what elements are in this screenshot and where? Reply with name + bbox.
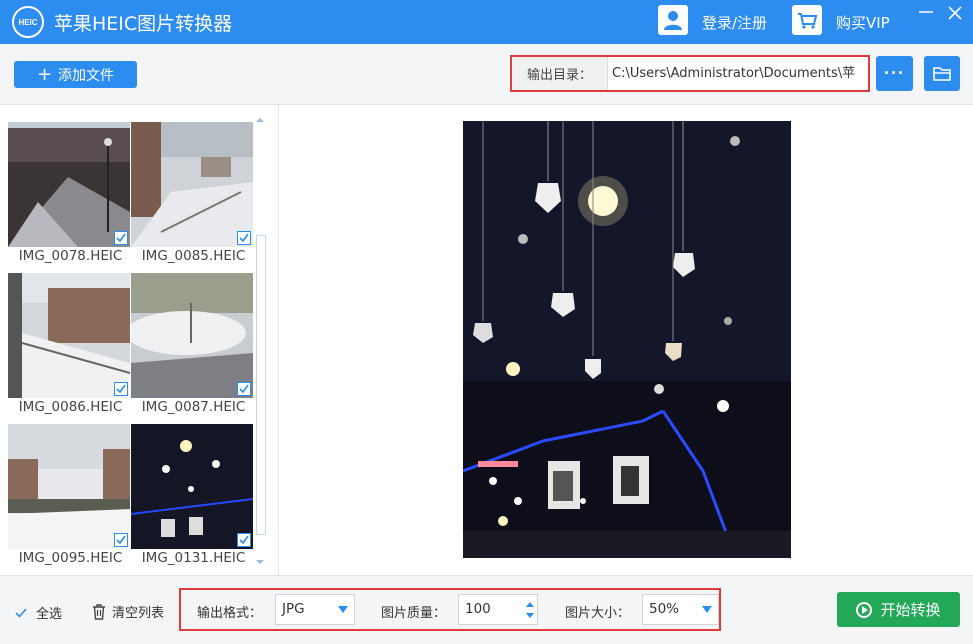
file-name: IMG_0086.HEIC [18, 399, 123, 415]
user-icon[interactable] [658, 5, 688, 35]
scroll-up-icon[interactable] [254, 115, 266, 125]
file-thumbnail[interactable]: IMG_0078.HEIC [8, 122, 130, 264]
play-icon [856, 601, 873, 618]
scrollbar-thumb[interactable] [256, 235, 266, 535]
folder-icon [933, 66, 951, 81]
start-convert-label: 开始转换 [880, 601, 941, 619]
file-checkbox[interactable] [237, 533, 251, 547]
preview-panel [280, 105, 973, 575]
file-checkbox[interactable] [237, 382, 251, 396]
select-all-toggle[interactable]: 全选 [14, 603, 62, 622]
output-directory-group: 输出目录： C:\Users\Administrator\Documents\苹 [510, 55, 870, 92]
more-dots-icon: ··· [884, 63, 905, 83]
open-folder-button[interactable] [924, 56, 960, 91]
clear-list-button[interactable]: 清空列表 [92, 602, 164, 621]
add-files-label: 添加文件 [58, 67, 115, 84]
image-quality-stepper[interactable]: 100 [458, 594, 538, 625]
trash-icon [93, 603, 105, 620]
file-name: IMG_0087.HEIC [141, 399, 246, 415]
file-thumbnail[interactable]: IMG_0131.HEIC [131, 424, 253, 566]
image-quality-value: 100 [465, 601, 491, 617]
chevron-down-icon [338, 606, 348, 613]
add-files-button[interactable]: + 添加文件 [14, 61, 137, 88]
output-directory-label: 输出目录： [512, 57, 608, 90]
toolbar: + 添加文件 输出目录： C:\Users\Administrator\Docu… [0, 44, 973, 105]
file-thumbnail[interactable]: IMG_0086.HEIC [8, 273, 130, 415]
file-checkbox[interactable] [114, 382, 128, 396]
file-thumbnail[interactable]: IMG_0095.HEIC [8, 424, 130, 566]
thumbnail-image [131, 424, 253, 549]
cart-icon[interactable] [792, 5, 822, 35]
chevron-down-icon [702, 606, 712, 613]
app-title: 苹果HEIC图片转换器 [54, 13, 233, 35]
thumbnail-image [8, 273, 130, 398]
title-bar: HEIC 苹果HEIC图片转换器 登录/注册 购买VIP [0, 0, 973, 44]
file-thumbnail[interactable]: IMG_0087.HEIC [131, 273, 253, 415]
file-list-scrollbar[interactable] [254, 115, 266, 567]
conversion-settings-group: 输出格式： JPG 图片质量： 100 图片大小： 50% [179, 588, 721, 631]
stepper-arrows-icon[interactable] [525, 598, 535, 622]
select-all-label: 全选 [36, 607, 63, 622]
app-logo-icon: HEIC [12, 6, 44, 38]
thumbnail-image [8, 122, 130, 247]
minimize-button[interactable] [918, 8, 934, 24]
image-size-value: 50% [649, 601, 680, 617]
browse-more-button[interactable]: ··· [876, 56, 913, 91]
image-quality-label: 图片质量： [381, 606, 447, 621]
file-checkbox[interactable] [237, 231, 251, 245]
checkmark-icon [14, 606, 28, 620]
preview-image [463, 121, 791, 558]
clear-list-label: 清空列表 [112, 606, 165, 621]
buy-vip-link[interactable]: 购买VIP [836, 12, 890, 33]
output-format-select[interactable]: JPG [275, 594, 355, 625]
output-directory-field[interactable]: C:\Users\Administrator\Documents\苹 [610, 60, 866, 87]
output-format-value: JPG [282, 601, 305, 617]
file-list: IMG_0078.HEIC IMG_0085.HEIC IMG_0086.HEI… [0, 105, 279, 575]
file-name: IMG_0095.HEIC [18, 550, 123, 566]
file-name: IMG_0085.HEIC [141, 248, 246, 264]
output-format-label: 输出格式： [197, 606, 263, 621]
file-checkbox[interactable] [114, 231, 128, 245]
start-convert-button[interactable]: 开始转换 [837, 592, 960, 627]
file-thumbnail[interactable]: IMG_0085.HEIC [131, 122, 253, 264]
thumbnail-image [131, 273, 253, 398]
login-register-link[interactable]: 登录/注册 [702, 12, 767, 33]
bottom-bar: 全选 清空列表 输出格式： JPG 图片质量： 100 图片大小： 50% 开始… [0, 575, 973, 644]
file-checkbox[interactable] [114, 533, 128, 547]
scroll-down-icon[interactable] [254, 557, 266, 567]
file-name: IMG_0078.HEIC [18, 248, 123, 264]
thumbnail-image [8, 424, 130, 549]
image-size-select[interactable]: 50% [642, 594, 719, 625]
plus-icon: + [36, 63, 53, 85]
thumbnail-image [131, 122, 253, 247]
file-name: IMG_0131.HEIC [141, 550, 246, 566]
close-button[interactable] [946, 4, 964, 22]
image-size-label: 图片大小： [565, 606, 631, 621]
